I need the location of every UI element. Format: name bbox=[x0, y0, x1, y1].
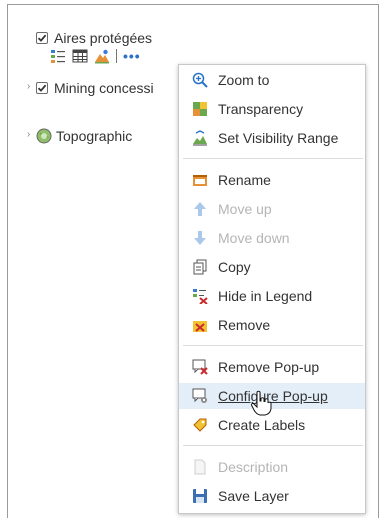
menu-item-label: Set Visibility Range bbox=[218, 130, 339, 146]
menu-item-label: Move down bbox=[218, 230, 290, 246]
menu-item-label: Copy bbox=[218, 259, 251, 275]
configure-popup-icon bbox=[192, 388, 208, 404]
hide-legend-icon bbox=[192, 288, 208, 304]
menu-item-set-visibility-range[interactable]: Set Visibility Range bbox=[179, 125, 365, 151]
menu-item-label: Move up bbox=[218, 201, 272, 217]
styles-icon[interactable] bbox=[94, 48, 110, 64]
expand-arrow-icon[interactable]: › bbox=[27, 81, 30, 92]
arrow-up-icon bbox=[192, 201, 208, 217]
basemap-globe-icon bbox=[36, 128, 52, 144]
save-icon bbox=[192, 488, 208, 504]
layer-toolbar: ••• bbox=[50, 48, 141, 64]
menu-item-remove-popup[interactable]: Remove Pop-up bbox=[179, 354, 365, 380]
remove-popup-icon bbox=[192, 359, 208, 375]
menu-separator bbox=[183, 345, 363, 346]
menu-item-description[interactable]: Description bbox=[179, 454, 365, 480]
menu-item-label: Create Labels bbox=[218, 417, 306, 433]
menu-item-create-labels[interactable]: Create Labels bbox=[179, 412, 365, 438]
copy-icon bbox=[192, 259, 208, 275]
visibility-range-icon bbox=[192, 130, 208, 146]
zoom-in-icon bbox=[192, 72, 208, 88]
remove-icon bbox=[192, 317, 208, 333]
toolbar-separator bbox=[116, 49, 117, 63]
menu-item-remove[interactable]: Remove bbox=[179, 312, 365, 338]
menu-item-label: Remove Pop-up bbox=[218, 359, 320, 375]
menu-item-rename[interactable]: Rename bbox=[179, 167, 365, 193]
menu-item-label: Rename bbox=[218, 172, 271, 188]
menu-separator bbox=[183, 445, 363, 446]
menu-separator bbox=[183, 158, 363, 159]
menu-item-zoom-to[interactable]: Zoom to bbox=[179, 67, 365, 93]
menu-item-move-up[interactable]: Move up bbox=[179, 196, 365, 222]
description-icon bbox=[192, 459, 208, 475]
menu-item-label: Save Layer bbox=[218, 488, 289, 504]
menu-item-label: Configure Pop-up bbox=[218, 388, 328, 404]
menu-item-save-layer[interactable]: Save Layer bbox=[179, 483, 365, 509]
expand-arrow-icon[interactable]: › bbox=[27, 129, 30, 140]
layer-checkbox[interactable] bbox=[36, 32, 48, 44]
transparency-icon bbox=[192, 101, 208, 117]
menu-item-copy[interactable]: Copy bbox=[179, 254, 365, 280]
layer-row-topographic[interactable]: Topographic bbox=[36, 128, 132, 144]
menu-item-move-down[interactable]: Move down bbox=[179, 225, 365, 251]
menu-item-label: Zoom to bbox=[218, 72, 270, 88]
menu-item-hide-in-legend[interactable]: Hide in Legend bbox=[179, 283, 365, 309]
layer-label: Mining concessi bbox=[54, 80, 154, 96]
menu-item-label: Hide in Legend bbox=[218, 288, 313, 304]
create-labels-icon bbox=[192, 417, 208, 433]
menu-item-label: Transparency bbox=[218, 101, 304, 117]
layer-checkbox[interactable] bbox=[36, 82, 48, 94]
menu-item-label: Description bbox=[218, 459, 289, 475]
layer-context-menu: Zoom to Transparency Set Visibility Rang… bbox=[178, 64, 366, 514]
layer-row-mining[interactable]: Mining concessi bbox=[36, 80, 154, 96]
legend-icon[interactable] bbox=[50, 48, 66, 64]
table-icon[interactable] bbox=[72, 48, 88, 64]
layer-label: Aires protégées bbox=[54, 30, 153, 46]
menu-item-label: Remove bbox=[218, 317, 271, 333]
more-options-button[interactable]: ••• bbox=[123, 49, 141, 63]
arrow-down-icon bbox=[192, 230, 208, 246]
layer-label: Topographic bbox=[56, 128, 133, 144]
rename-icon bbox=[192, 172, 208, 188]
layer-row-aires-protegees[interactable]: Aires protégées bbox=[36, 30, 152, 46]
menu-item-configure-popup[interactable]: Configure Pop-up bbox=[179, 383, 365, 409]
hand-cursor-icon bbox=[250, 390, 272, 416]
menu-item-transparency[interactable]: Transparency bbox=[179, 96, 365, 122]
